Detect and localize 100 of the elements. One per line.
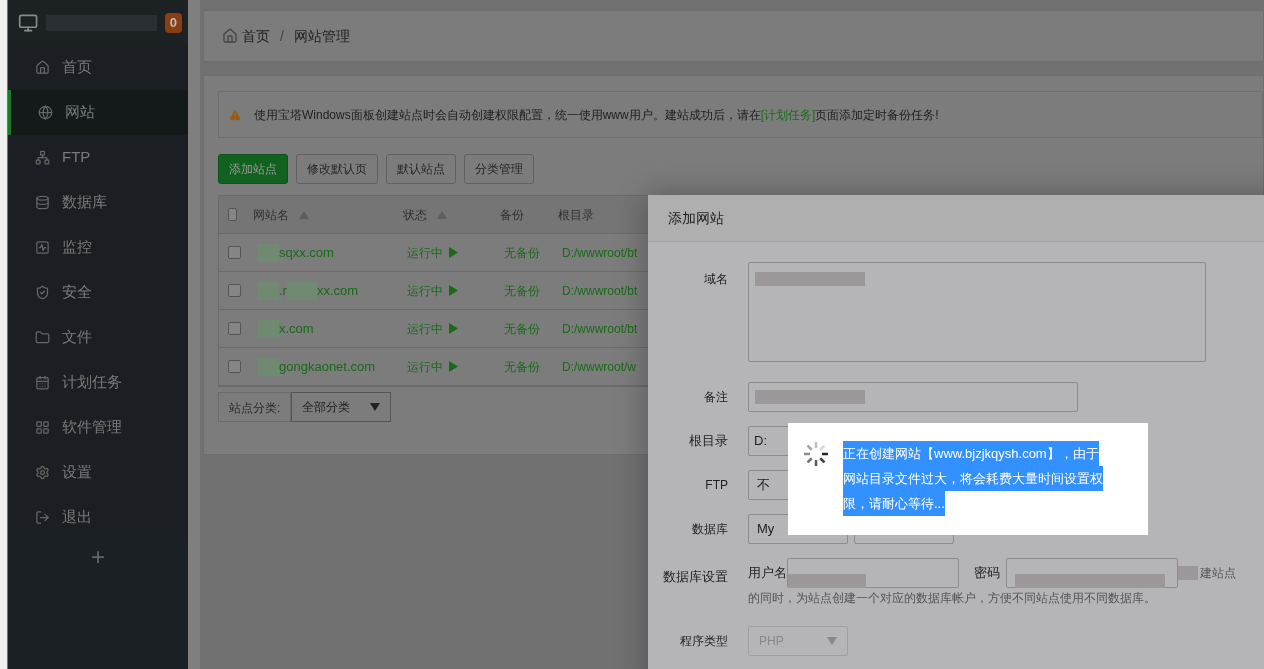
breadcrumb-link[interactable]: 首页 <box>242 25 270 47</box>
toolbar-button[interactable]: 分类管理 <box>464 154 534 184</box>
site-name[interactable]: xx.com <box>316 280 359 301</box>
breadcrumb-separator: / <box>280 26 284 46</box>
sidebar-label: FTP <box>62 147 91 168</box>
sidebar-label: 数据库 <box>62 192 107 213</box>
field-label: 密码 <box>974 565 1000 580</box>
site-name[interactable]: x.com <box>279 318 314 339</box>
toolbar-button[interactable]: 添加站点 <box>218 154 288 184</box>
column-header: 备份 <box>500 206 525 224</box>
loading-message: 正在创建网站【www.bjzjkqysh.com】，由于 <box>843 441 1099 466</box>
network-icon <box>35 150 50 165</box>
sidebar-item[interactable]: 安全 <box>8 270 188 315</box>
sidebar-item[interactable]: 网站 <box>8 90 188 135</box>
globe-icon <box>38 105 53 120</box>
play-icon <box>449 323 458 334</box>
note-field[interactable] <box>748 382 1078 412</box>
status-text[interactable]: 运行中 <box>407 357 443 376</box>
sidebar-item[interactable]: 软件管理 <box>8 405 188 450</box>
checkbox[interactable] <box>228 284 241 297</box>
sidebar-item[interactable]: 监控 <box>8 225 188 270</box>
loading-message: 限，请耐心等待... <box>843 491 945 516</box>
caret-icon <box>370 403 381 411</box>
sidebar-label: 安全 <box>62 282 92 303</box>
field-label: 程序类型 <box>679 633 729 650</box>
checkbox[interactable] <box>228 360 241 373</box>
root-path[interactable]: D:/wwwroot/w <box>562 357 636 376</box>
breadcrumb-current: 网站管理 <box>293 26 350 46</box>
status-text[interactable]: 运行中 <box>407 281 443 300</box>
sidebar-item[interactable]: FTP <box>8 135 188 180</box>
field-label: 用户名 <box>748 565 787 580</box>
root-path[interactable]: D:/wwwroot/bt <box>562 281 638 300</box>
root-path[interactable]: D:/wwwroot/bt <box>562 319 638 338</box>
backup-text[interactable]: 无备份 <box>504 243 562 262</box>
grid-icon <box>35 420 50 435</box>
field-label: FTP <box>704 477 729 494</box>
logout-icon <box>35 510 50 525</box>
field-label: 备注 <box>703 389 729 406</box>
checkbox[interactable] <box>228 246 241 259</box>
backup-text[interactable]: 无备份 <box>504 319 562 338</box>
database-icon <box>35 195 50 210</box>
site-name[interactable]: sqxx.com <box>279 242 334 263</box>
home-icon <box>222 28 238 44</box>
sidebar-item[interactable]: 设置 <box>8 450 188 495</box>
play-icon <box>449 361 458 372</box>
field-label: 数据库 <box>691 521 729 538</box>
loading-message: 网站目录文件过大，将会耗费大量时间设置权 <box>843 466 1103 491</box>
sidebar-label: 设置 <box>62 462 92 483</box>
column-header[interactable]: 状态 <box>403 205 500 224</box>
site-name[interactable]: .r <box>279 280 287 301</box>
sidebar-label: 软件管理 <box>62 417 122 438</box>
hint-text: 建站点 <box>1200 566 1236 580</box>
toolbar-button[interactable]: 修改默认页 <box>296 154 378 184</box>
modal-title: 添加网站 <box>668 208 724 228</box>
status-text[interactable]: 运行中 <box>407 319 443 338</box>
folder-icon <box>35 330 50 345</box>
field-label: 根目录 <box>688 432 729 451</box>
filter-label: 站点分类: <box>218 392 292 422</box>
calendar-icon <box>35 375 50 390</box>
home-icon <box>35 60 50 75</box>
sidebar-item[interactable]: 文件 <box>8 315 188 360</box>
sidebar-item[interactable]: 计划任务 <box>8 360 188 405</box>
column-header: 根目录 <box>558 206 595 224</box>
shield-icon <box>35 285 50 300</box>
site-name[interactable]: gongkaonet.com <box>279 356 376 377</box>
sort-icon <box>437 210 447 219</box>
field-label: 数据库设置 <box>662 568 729 586</box>
sidebar-label: 退出 <box>62 507 92 528</box>
category-select[interactable]: 全部分类 <box>291 392 392 422</box>
hint-text: 的同时，为站点创建一个对应的数据库帐户，方便不同站点使用不同数据库。 <box>748 590 1157 607</box>
sidebar-item[interactable]: 退出 <box>8 495 188 540</box>
backup-text[interactable]: 无备份 <box>504 357 562 376</box>
sidebar-label: 首页 <box>62 57 92 78</box>
notification-badge: 0 <box>164 12 182 33</box>
settings-icon <box>35 465 50 480</box>
checkbox[interactable] <box>228 322 241 335</box>
domain-field[interactable] <box>748 262 1206 362</box>
chart-icon <box>35 240 50 255</box>
schedule-link[interactable]: [计划任务] <box>760 107 816 122</box>
add-button[interactable]: + <box>91 542 105 572</box>
sidebar-item[interactable]: 首页 <box>8 45 188 90</box>
column-header[interactable]: 网站名 <box>253 205 403 224</box>
password-field[interactable] <box>1006 558 1178 588</box>
blurred-area <box>1178 566 1198 580</box>
sidebar-label: 网站 <box>65 102 95 123</box>
sidebar-label: 监控 <box>62 237 92 258</box>
backup-text[interactable]: 无备份 <box>504 281 562 300</box>
play-icon <box>449 247 458 258</box>
play-icon <box>449 285 458 296</box>
toolbar-button[interactable]: 默认站点 <box>386 154 456 184</box>
sidebar-item[interactable]: 数据库 <box>8 180 188 225</box>
root-path[interactable]: D:/wwwroot/bt <box>562 243 638 262</box>
checkbox[interactable] <box>228 208 237 221</box>
field-label: 域名 <box>703 271 729 288</box>
sidebar-label: 计划任务 <box>62 372 122 393</box>
status-text[interactable]: 运行中 <box>407 243 443 262</box>
warning-icon <box>228 107 242 122</box>
alert-text: 使用宝塔Windows面板创建站点时会自动创建权限配置，统一使用www用户。建站成功后，请在[计划任务]页面添加定时备份任务! <box>254 106 939 124</box>
username-field[interactable] <box>787 558 959 588</box>
caret-icon <box>827 637 837 645</box>
